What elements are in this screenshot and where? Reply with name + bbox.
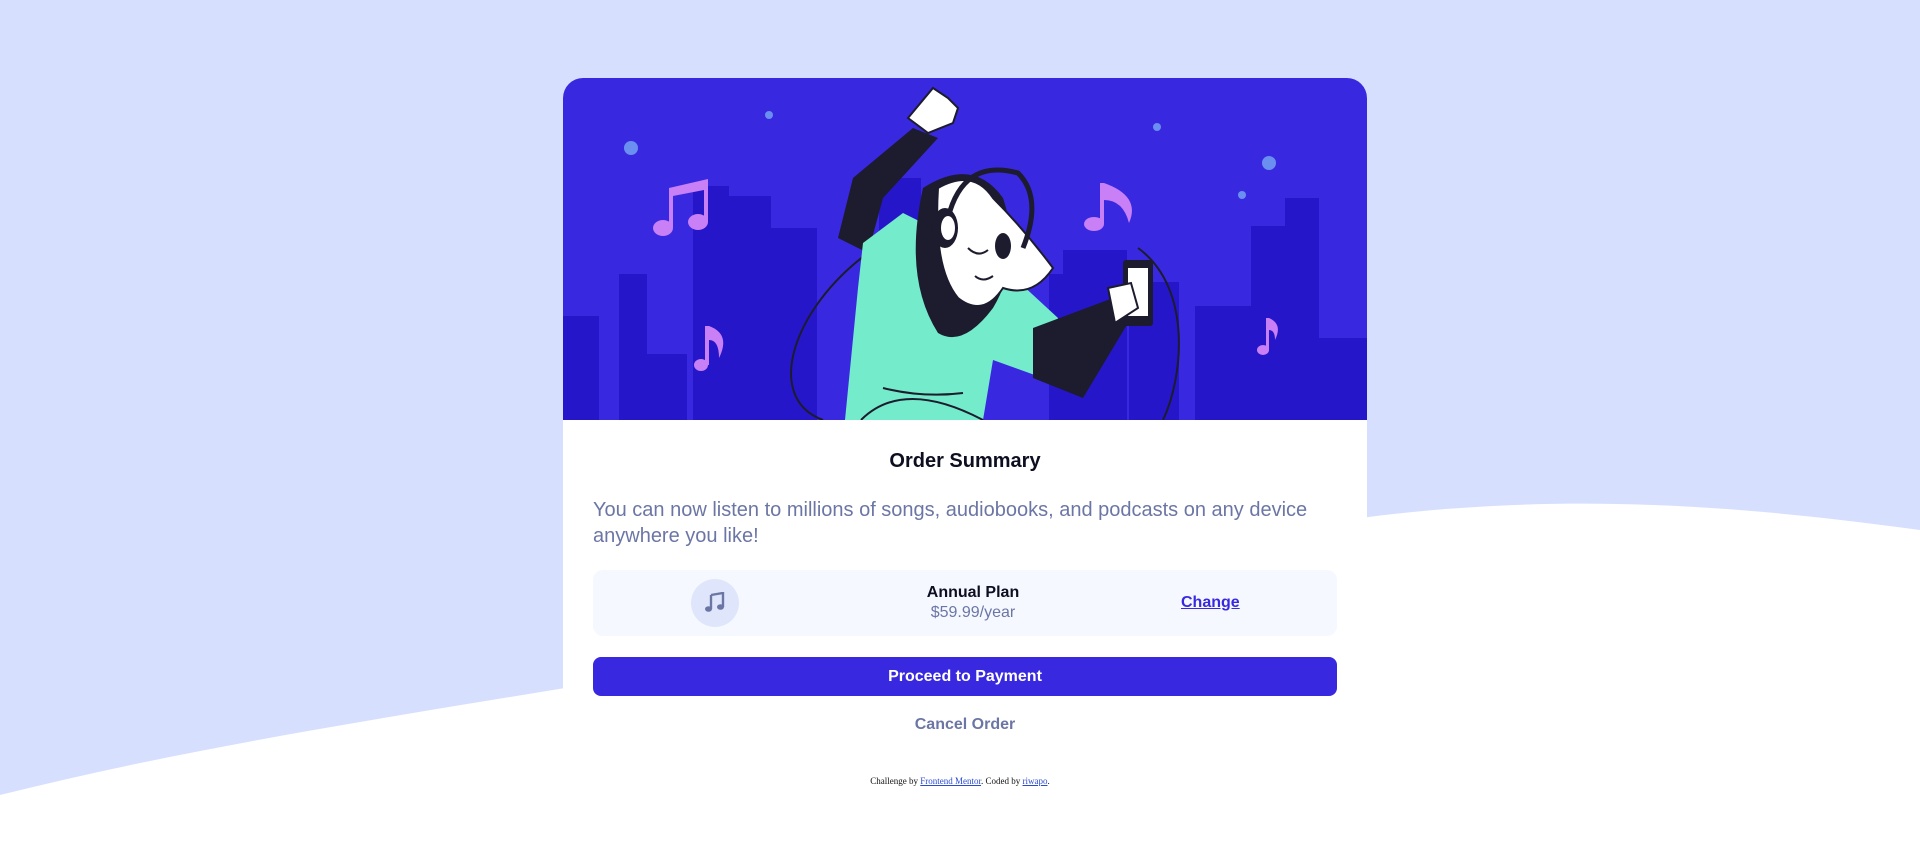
- change-plan-link[interactable]: Change: [1181, 594, 1240, 612]
- proceed-to-payment-button[interactable]: Proceed to Payment: [593, 657, 1337, 696]
- dancing-listener-illustration: [563, 86, 1367, 420]
- music-note-icon: [691, 579, 739, 627]
- page-title: Order Summary: [889, 450, 1041, 472]
- plan-price: $59.99/year: [930, 604, 1016, 621]
- plan-details: Annual Plan $59.99/year: [893, 583, 1053, 623]
- attribution-suffix: .: [1047, 776, 1050, 786]
- attribution: Challenge by Frontend Mentor. Coded by r…: [0, 776, 1920, 786]
- frontend-mentor-link[interactable]: Frontend Mentor: [920, 776, 981, 786]
- order-description: You can now listen to millions of songs,…: [593, 499, 1308, 547]
- plan-name: Annual Plan: [926, 584, 1020, 601]
- plan-summary: Annual Plan $59.99/year Change: [593, 570, 1337, 636]
- order-summary-card: Order Summary You can now listen to mill…: [563, 78, 1367, 768]
- attribution-prefix: Challenge by: [870, 776, 921, 786]
- attribution-middle: . Coded by: [981, 776, 1023, 786]
- hero-illustration: [563, 78, 1367, 420]
- cancel-order-button[interactable]: Cancel Order: [563, 716, 1367, 734]
- author-link[interactable]: riwapo: [1023, 776, 1048, 786]
